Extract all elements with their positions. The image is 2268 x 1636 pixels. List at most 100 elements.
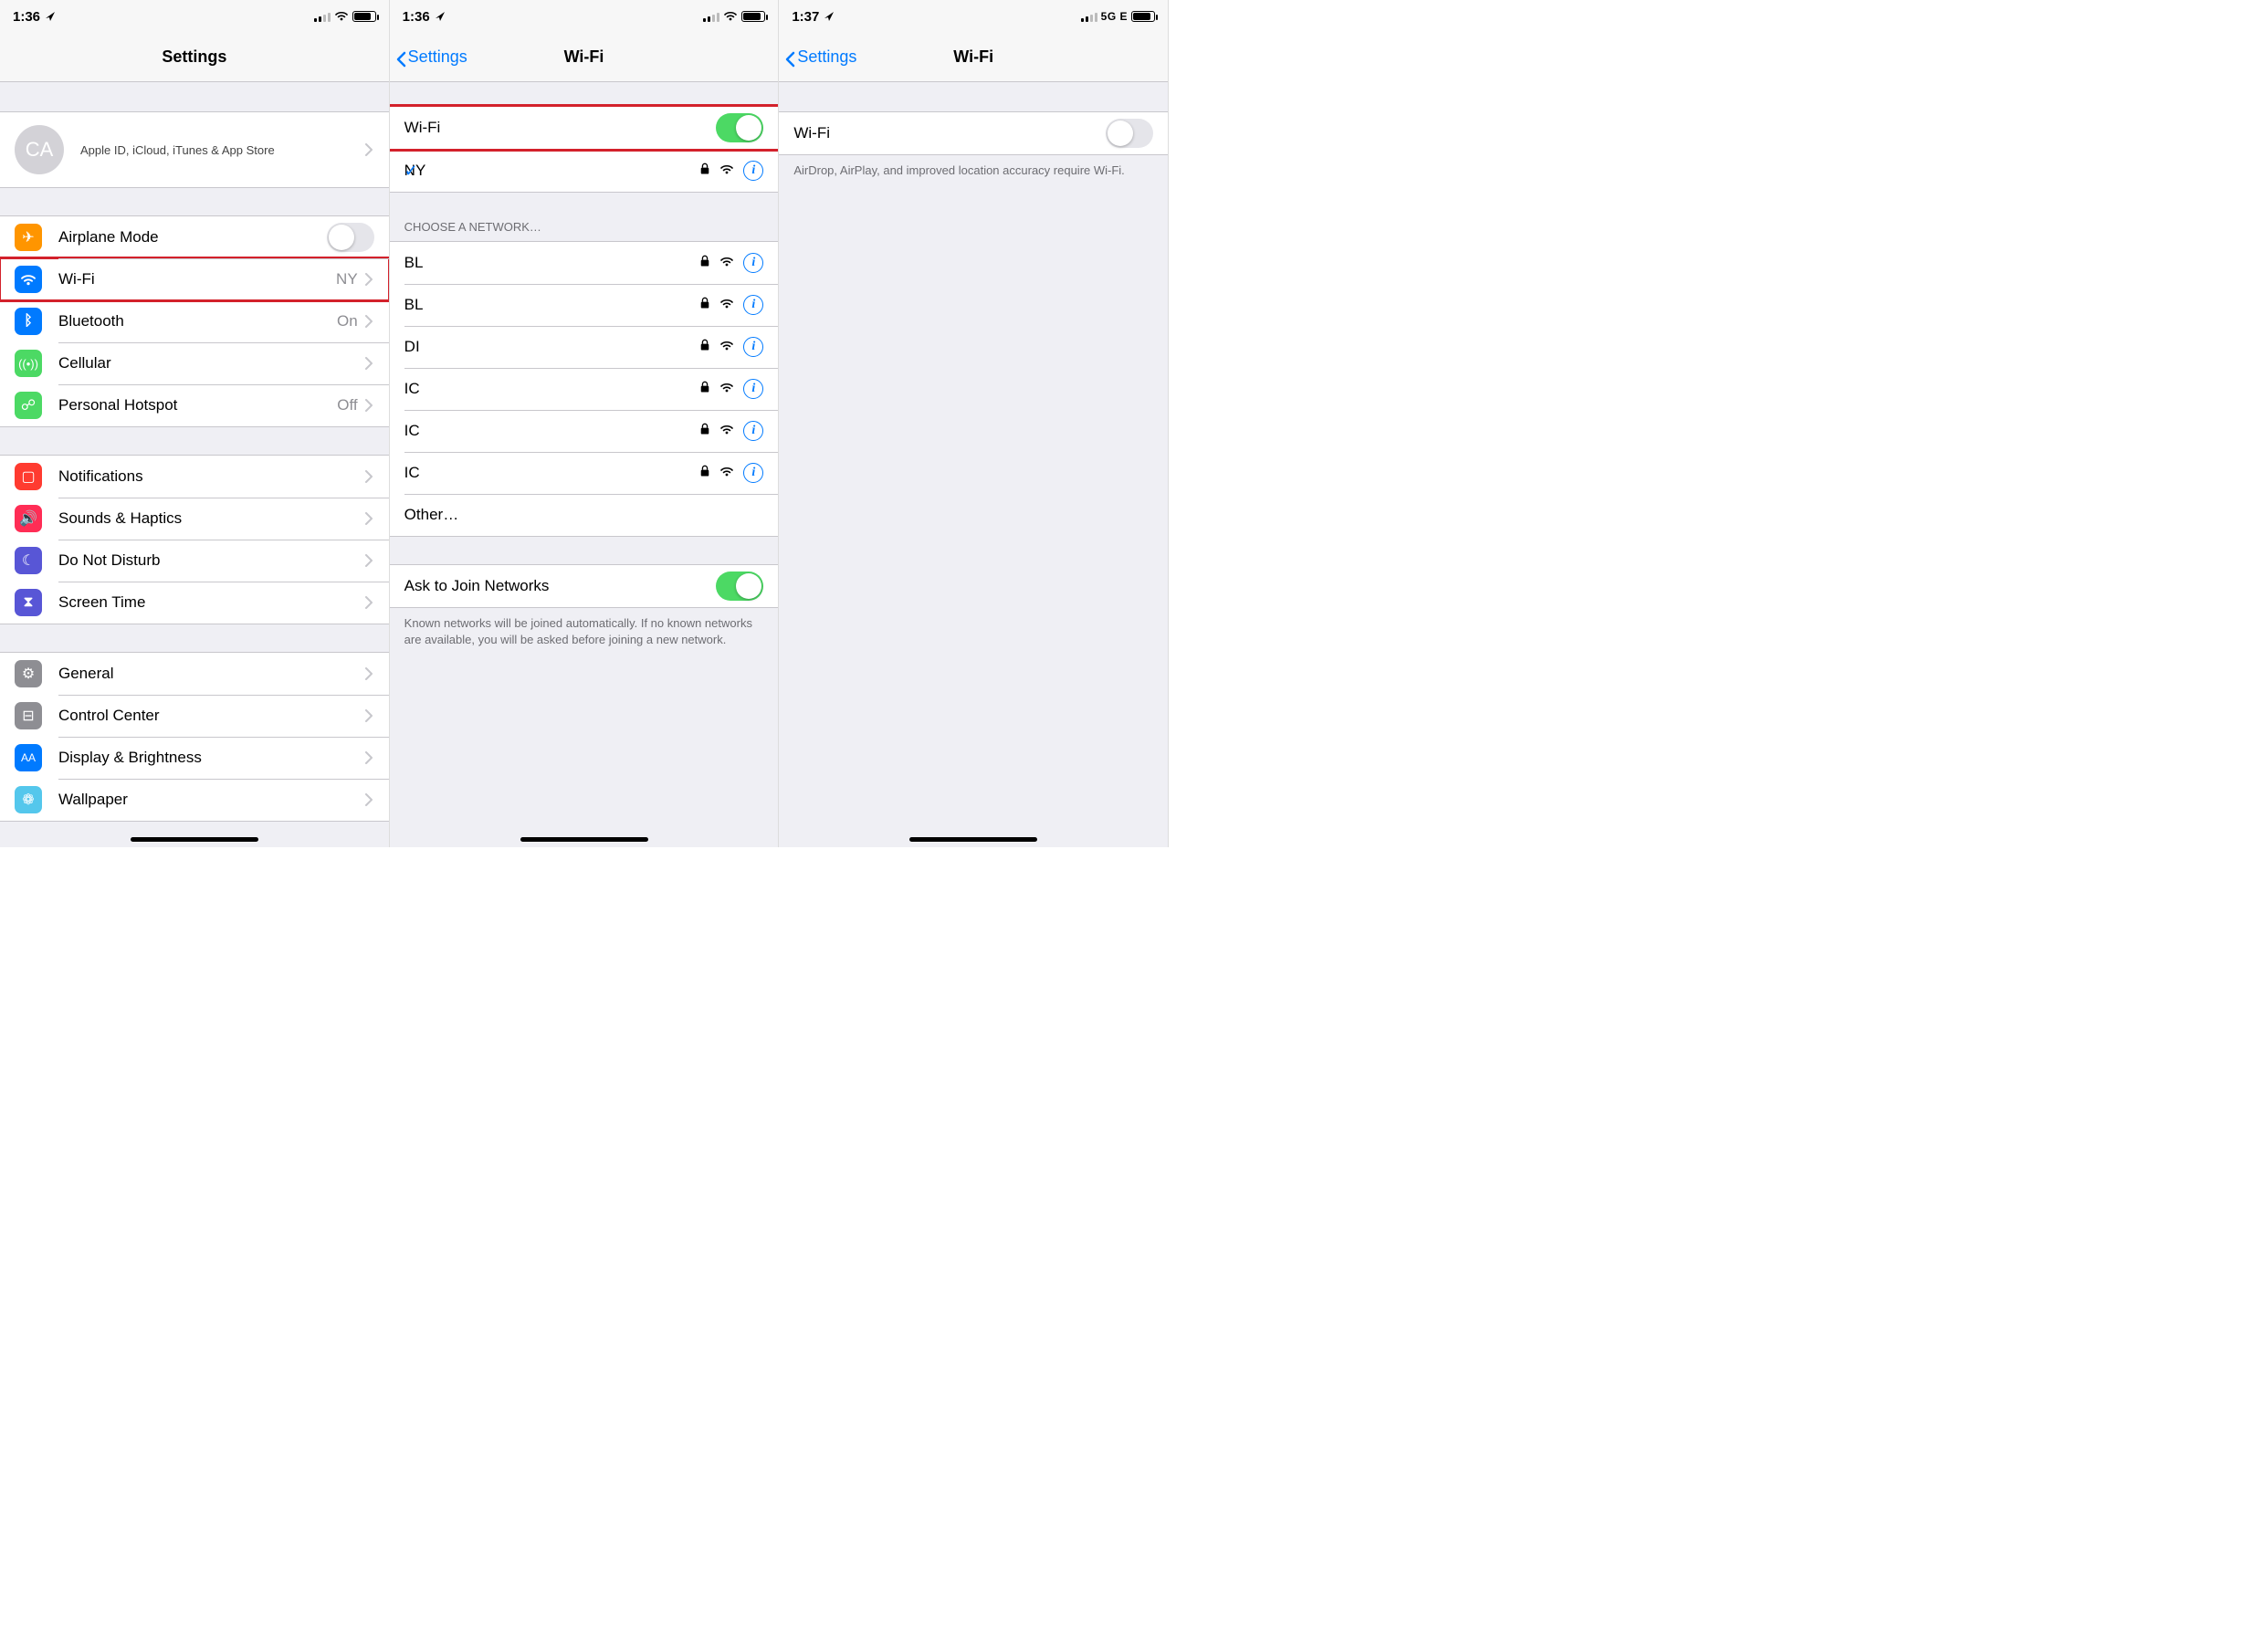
row-cellular[interactable]: ((•)) Cellular xyxy=(0,342,389,384)
nav-title: Settings xyxy=(162,47,226,67)
status-time: 1:36 xyxy=(403,9,430,25)
battery-icon xyxy=(1131,11,1155,22)
navbar: Settings Wi-Fi xyxy=(779,33,1168,82)
row-notifications[interactable]: ▢ Notifications xyxy=(0,456,389,498)
info-button[interactable]: i xyxy=(743,295,763,315)
wallpaper-icon: ❁ xyxy=(15,786,42,813)
wifi-icon xyxy=(15,266,42,293)
row-label: Wi-Fi xyxy=(404,119,717,137)
row-airplane[interactable]: ✈ Airplane Mode xyxy=(0,216,389,258)
home-indicator[interactable] xyxy=(131,837,258,842)
airplane-toggle[interactable] xyxy=(327,223,374,252)
chevron-right-icon xyxy=(363,512,374,525)
row-value: NY xyxy=(336,270,358,288)
network-row[interactable]: ICi xyxy=(390,410,779,452)
row-label: Other… xyxy=(404,506,764,524)
general-icon: ⚙ xyxy=(15,660,42,687)
network-row[interactable]: ICi xyxy=(390,452,779,494)
hotspot-icon: ☍ xyxy=(15,392,42,419)
row-label: Airplane Mode xyxy=(58,228,327,246)
network-type: 5G E xyxy=(1101,10,1128,23)
status-time: 1:37 xyxy=(792,9,819,25)
wifi-signal-icon xyxy=(719,163,734,179)
home-indicator[interactable] xyxy=(909,837,1037,842)
connected-network-row[interactable]: ✓ NY i xyxy=(390,150,779,192)
info-button[interactable]: i xyxy=(743,253,763,273)
airplane-icon: ✈ xyxy=(15,224,42,251)
battery-icon xyxy=(741,11,765,22)
status-bar: 1:36 xyxy=(390,0,779,33)
wifi-toggle-row[interactable]: Wi-Fi xyxy=(779,112,1168,154)
network-name: BL xyxy=(404,254,700,272)
row-hotspot[interactable]: ☍ Personal Hotspot Off xyxy=(0,384,389,426)
network-row[interactable]: BL i xyxy=(390,242,779,284)
home-indicator[interactable] xyxy=(520,837,648,842)
navbar: Settings xyxy=(0,33,389,82)
avatar: CA xyxy=(15,125,64,174)
apple-id-subtitle: Apple ID, iCloud, iTunes & App Store xyxy=(80,143,363,157)
apple-id-row[interactable]: CA Apple ID, iCloud, iTunes & App Store xyxy=(0,112,389,187)
info-button[interactable]: i xyxy=(743,421,763,441)
panel-wifi-off: 1:37 5G E Settings Wi-Fi Wi-Fi AirDrop, … xyxy=(779,0,1169,847)
signal-icon xyxy=(703,11,719,22)
back-button[interactable]: Settings xyxy=(395,33,467,81)
wifi-toggle[interactable] xyxy=(1106,119,1153,148)
wifi-toggle-row[interactable]: Wi-Fi xyxy=(390,107,779,149)
lock-icon xyxy=(699,296,710,314)
back-button[interactable]: Settings xyxy=(784,33,856,81)
battery-icon xyxy=(352,11,376,22)
ask-to-join-row[interactable]: Ask to Join Networks xyxy=(390,565,779,607)
chevron-right-icon xyxy=(363,793,374,806)
lock-icon xyxy=(699,380,710,398)
dnd-icon: ☾ xyxy=(15,547,42,574)
row-control[interactable]: ⊟ Control Center xyxy=(0,695,389,737)
wifi-status-icon xyxy=(723,9,738,25)
row-bluetooth[interactable]: ᛒ Bluetooth On xyxy=(0,300,389,342)
info-button[interactable]: i xyxy=(743,337,763,357)
info-button[interactable]: i xyxy=(743,161,763,181)
status-bar: 1:36 xyxy=(0,0,389,33)
network-name: DI xyxy=(404,338,700,356)
screentime-icon: ⧗ xyxy=(15,589,42,616)
row-dnd[interactable]: ☾ Do Not Disturb xyxy=(0,540,389,582)
row-wifi[interactable]: Wi-Fi NY xyxy=(0,258,389,300)
row-label: Cellular xyxy=(58,354,363,372)
signal-icon xyxy=(314,11,331,22)
notifications-icon: ▢ xyxy=(15,463,42,490)
wifi-signal-icon xyxy=(719,423,734,439)
network-name: NY xyxy=(404,162,700,180)
network-row[interactable]: DI i xyxy=(390,326,779,368)
chevron-right-icon xyxy=(363,751,374,764)
row-screentime[interactable]: ⧗ Screen Time xyxy=(0,582,389,624)
row-wallpaper[interactable]: ❁ Wallpaper xyxy=(0,779,389,821)
status-bar: 1:37 5G E xyxy=(779,0,1168,33)
chevron-right-icon xyxy=(363,667,374,680)
info-button[interactable]: i xyxy=(743,379,763,399)
row-display[interactable]: AA Display & Brightness xyxy=(0,737,389,779)
row-label: General xyxy=(58,665,363,683)
back-label: Settings xyxy=(797,47,856,67)
wifi-status-icon xyxy=(334,9,349,25)
wifi-signal-icon xyxy=(719,339,734,355)
control-icon: ⊟ xyxy=(15,702,42,729)
location-icon xyxy=(823,9,834,25)
ask-toggle[interactable] xyxy=(716,572,763,601)
chevron-right-icon xyxy=(363,357,374,370)
wifi-toggle[interactable] xyxy=(716,113,763,142)
row-label: Bluetooth xyxy=(58,312,337,330)
chevron-right-icon xyxy=(363,399,374,412)
chevron-right-icon xyxy=(363,315,374,328)
row-sounds[interactable]: 🔊 Sounds & Haptics xyxy=(0,498,389,540)
status-time: 1:36 xyxy=(13,9,40,25)
chevron-right-icon xyxy=(363,596,374,609)
row-general[interactable]: ⚙ General xyxy=(0,653,389,695)
other-network-row[interactable]: Other… xyxy=(390,494,779,536)
info-button[interactable]: i xyxy=(743,463,763,483)
network-row[interactable]: BLi xyxy=(390,284,779,326)
ask-footer: Known networks will be joined automatica… xyxy=(390,608,779,658)
wifi-signal-icon xyxy=(719,381,734,397)
row-value: Off xyxy=(337,396,357,414)
network-row[interactable]: ICi xyxy=(390,368,779,410)
chevron-right-icon xyxy=(363,709,374,722)
panel-wifi-on: 1:36 Settings Wi-Fi Wi-Fi ✓ NY i xyxy=(390,0,780,847)
